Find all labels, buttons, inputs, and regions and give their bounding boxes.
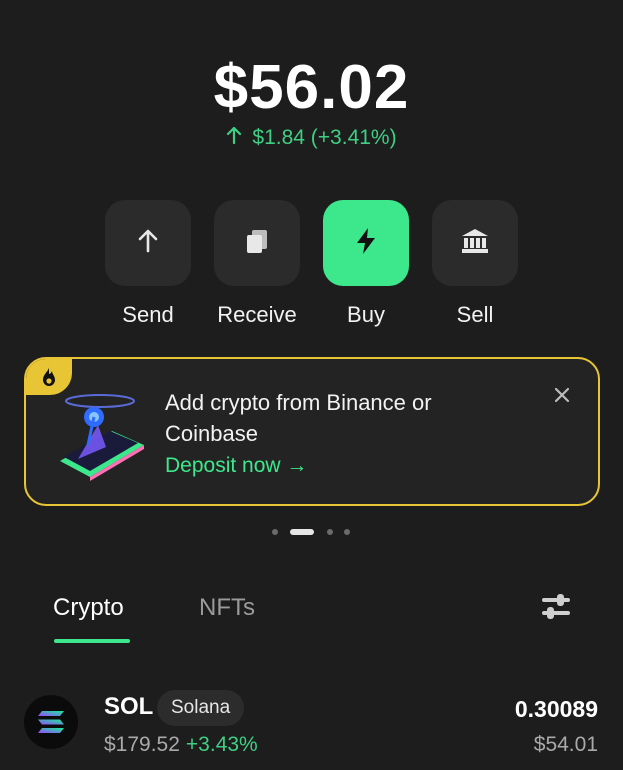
carousel-dot[interactable] [327,529,333,535]
balance-change: $1.84 (+3.41%) [0,126,623,150]
receive-icon-button[interactable] [214,200,300,286]
phone-illustration-icon [50,387,150,482]
tab-crypto[interactable]: Crypto [53,594,124,622]
arrow-up-icon [135,228,161,259]
token-price: $179.52 +3.43% [104,733,258,757]
token-value: $54.01 [533,733,598,756]
balance-change-text: $1.84 (+3.41%) [252,126,397,149]
sell-button[interactable]: Sell [432,200,518,328]
receive-button[interactable]: Receive [214,200,300,328]
carousel-dot[interactable] [272,529,278,535]
token-price-change: +3.43% [185,733,258,756]
token-name-badge: Solana [157,690,245,726]
buy-label: Buy [347,302,385,327]
sell-label: Sell [456,302,494,327]
send-icon-button[interactable] [105,200,191,286]
tab-active-indicator [54,639,130,643]
banner-title: Add crypto from Binance or Coinbase [165,390,432,446]
arrow-up-icon [226,126,242,150]
close-icon[interactable] [548,381,576,409]
buy-icon-button[interactable] [323,200,409,286]
solana-logo-icon [24,695,78,749]
send-button[interactable]: Send [105,200,191,328]
deposit-banner[interactable]: Add crypto from Binance or Coinbase Depo… [24,357,600,506]
bank-icon [460,227,490,260]
deposit-now-link[interactable]: Deposit now → [165,454,307,478]
send-label: Send [122,302,174,327]
copy-icon [243,227,271,260]
receive-label: Receive [217,302,297,327]
filter-settings-icon[interactable] [539,592,573,622]
sell-icon-button[interactable] [432,200,518,286]
token-symbol[interactable]: SOL [104,693,153,721]
lightning-icon [355,227,377,260]
balance-amount: $56.02 [213,53,410,122]
token-amount: 0.30089 [514,696,598,722]
buy-button[interactable]: Buy [323,200,409,328]
carousel-dot-active[interactable] [290,529,314,535]
token-price-value: $179.52 [104,733,180,756]
tab-nfts[interactable]: NFTs [199,594,255,622]
carousel-dot[interactable] [344,529,350,535]
